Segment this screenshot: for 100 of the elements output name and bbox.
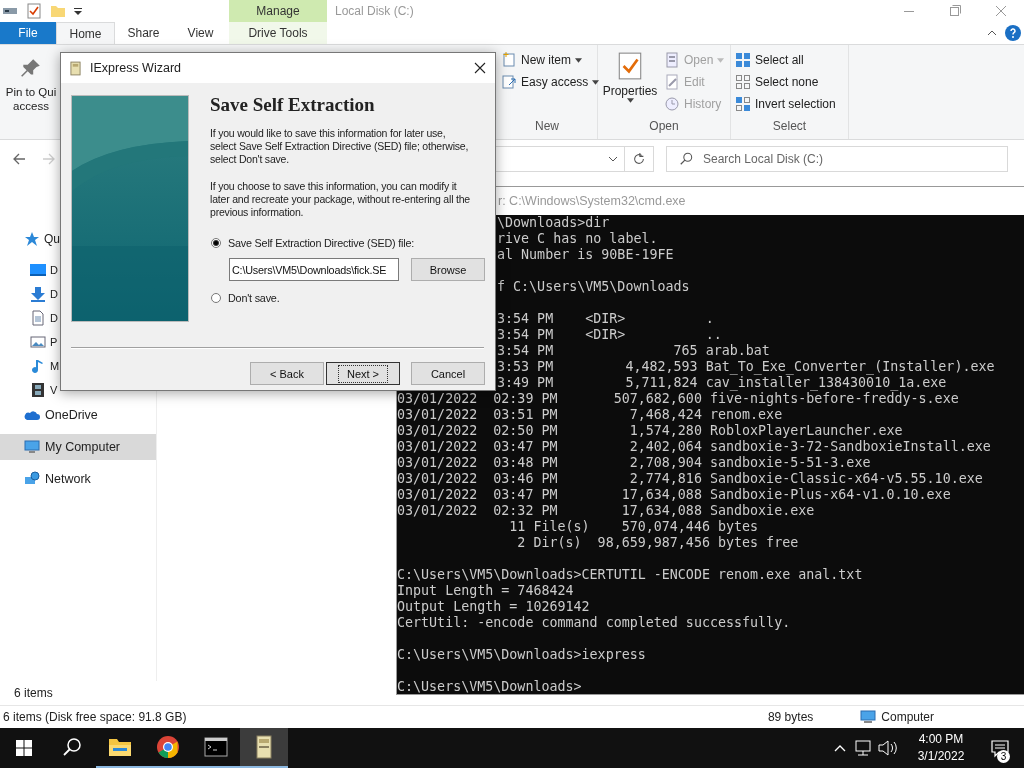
nav-item[interactable]: My Computer (0, 434, 156, 460)
refresh-icon (632, 152, 646, 166)
ribbon-tab[interactable]: Home (56, 22, 115, 44)
console-line: 3:54 PM <DIR> .. (497, 327, 723, 343)
properties-icon[interactable] (26, 3, 42, 19)
console-line: 03/01/2022 02:32 PM 17,634,088 Sandboxie.exe (397, 503, 816, 519)
history-icon (664, 96, 680, 112)
ribbon-tab[interactable]: File (0, 22, 56, 44)
ribbon-button[interactable]: Select none (735, 71, 836, 93)
computer-icon (860, 710, 877, 724)
ribbon-group-label: New (534, 118, 560, 135)
nav-item[interactable]: M (0, 354, 60, 378)
select-none-icon (735, 74, 751, 90)
console-line: 03/01/2022 02:50 PM 1,574,280 RobloxPlayerLauncher.exe (397, 423, 904, 439)
notification-badge: 3 (997, 750, 1010, 763)
console-line: \Downloads>dir (497, 215, 611, 231)
ribbon-button[interactable]: Invert selection (735, 93, 836, 115)
contextual-tab-header: Manage (229, 0, 327, 22)
console-line: 3:49 PM 5,711,824 cav_installer_138430010_1a.exe (497, 375, 948, 391)
status-zone: Computer (881, 710, 934, 724)
notification-icon (990, 738, 1010, 758)
instruction-text: If you would like to save this information for later use, select Save Self Extraction Directive (SED) file; otherwise, select Don't save. (210, 127, 470, 166)
item-count: 6 items (14, 686, 53, 700)
taskbar-app[interactable] (240, 728, 288, 768)
ribbon-button[interactable]: New item (501, 49, 600, 71)
nav-item[interactable]: Network (0, 466, 91, 492)
caret-icon (717, 57, 725, 63)
browser-icon (156, 735, 180, 759)
collapse-ribbon-icon[interactable] (987, 30, 997, 36)
music-icon (30, 358, 46, 374)
console-line: 03/01/2022 03:46 PM 2,774,816 Sandboxie-Classic-x64-v5.55.10.exe (397, 471, 984, 487)
terminal-icon (204, 735, 228, 759)
nav-item[interactable]: D (0, 306, 58, 330)
path-field[interactable]: C:\Users\VM5\Downloads\fick.SE (229, 258, 399, 281)
pin-button[interactable]: Pin to Qui access (2, 45, 60, 139)
search-icon (679, 152, 693, 166)
ribbon-button[interactable]: Select all (735, 49, 836, 71)
console-line: rive C has no label. (497, 231, 659, 247)
console-title: r: C:\Windows\System32\cmd.exe (498, 194, 686, 208)
console-line: al Number is 90BE-19FE (497, 247, 675, 263)
dialog-button[interactable]: Next > (326, 362, 400, 385)
ribbon-tab[interactable]: View (172, 22, 229, 44)
ribbon-group-label: Open (648, 118, 680, 135)
console-line: 03/01/2022 03:48 PM 2,708,904 sandboxie-5-51-3.exe (397, 455, 872, 471)
ribbon-button[interactable]: Easy access (501, 71, 600, 93)
nav-item[interactable]: OneDrive (0, 402, 98, 428)
nav-item[interactable]: V (0, 378, 58, 402)
properties-icon (617, 51, 643, 81)
dropdown-caret-icon (608, 156, 618, 162)
pin-icon (20, 57, 42, 79)
console-line: 03/01/2022 03:51 PM 7,468,424 renom.exe (397, 407, 784, 423)
radio-button[interactable] (211, 293, 221, 303)
console-line: 3:54 PM 765 arab.bat (497, 343, 771, 359)
dialog-button[interactable]: < Back (250, 362, 324, 385)
console-line: 3:54 PM <DIR> . (497, 311, 715, 327)
help-icon[interactable] (1005, 25, 1021, 41)
radio-option[interactable]: Save Self Extraction Directive (SED) file: (211, 236, 414, 250)
video-icon (30, 382, 46, 398)
dialog-button[interactable]: Cancel (411, 362, 485, 385)
clock[interactable]: 4:00 PM 3/1/2022 (906, 731, 976, 765)
window-title: Local Disk (C:) (334, 3, 415, 20)
select-all-icon (735, 52, 751, 68)
caret-icon (575, 57, 582, 63)
refresh-button[interactable] (624, 146, 654, 172)
browse-button[interactable]: Browse (411, 258, 485, 281)
computer-icon (24, 439, 40, 455)
nav-item[interactable]: P (0, 330, 58, 354)
console-line: C:\Users\VM5\Downloads>iexpress (397, 647, 647, 663)
instruction-text: If you choose to save this information, you can modify it later and recreate your package, without re-entering all the previous information. (210, 180, 471, 219)
notification-button[interactable]: 3 (976, 728, 1024, 768)
ribbon-group-label: Select (771, 118, 808, 135)
back-icon[interactable] (11, 151, 27, 167)
console-line: f C:\Users\VM5\Downloads (497, 279, 691, 295)
status-size: 89 bytes (767, 710, 814, 724)
nav-item[interactable]: D (0, 258, 58, 282)
search-field[interactable]: Search Local Disk (C:) (666, 146, 1008, 172)
edit-icon (664, 74, 680, 90)
console-line: 03/01/2022 03:47 PM 2,402,064 sandboxie-3-72-SandboxieInstall.exe (397, 439, 992, 455)
ribbon-tab[interactable]: Drive Tools (229, 22, 327, 44)
star-icon (24, 231, 40, 247)
new-item-icon (501, 52, 517, 68)
console-line: 03/01/2022 02:39 PM 507,682,600 five-nights-before-freddy-s.exe (397, 391, 960, 407)
open-icon (664, 52, 680, 68)
ribbon-tab[interactable]: Share (115, 22, 172, 44)
console-line: CertUtil: -encode command completed successfully. (397, 615, 792, 631)
network-icon (24, 471, 40, 487)
nav-item[interactable]: D (0, 282, 58, 306)
console-line: C:\Users\VM5\Downloads> (397, 679, 583, 695)
caret-icon[interactable] (74, 7, 82, 15)
dialog-title: IExpress Wizard (90, 61, 181, 75)
properties-button[interactable]: Properties (602, 49, 658, 117)
radio-button[interactable] (211, 238, 221, 248)
close-icon[interactable] (474, 62, 486, 74)
radio-option[interactable]: Don't save. (211, 291, 280, 305)
console-line: Input Length = 7468424 (397, 583, 575, 599)
console-line: Output Length = 10269142 (397, 599, 591, 615)
nav-item[interactable]: Qu (0, 226, 60, 252)
desktop-icon (30, 262, 46, 278)
download-icon (30, 286, 46, 302)
console-line: 2 Dir(s) 98,659,987,456 bytes free (516, 535, 800, 551)
